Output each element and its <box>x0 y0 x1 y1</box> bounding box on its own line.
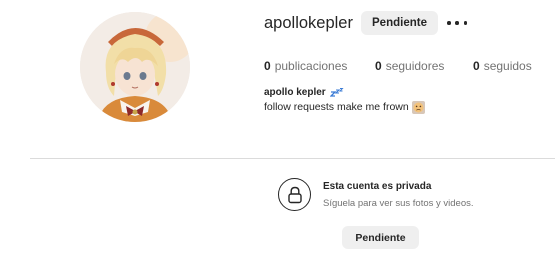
followers-count[interactable]: 0 seguidores <box>375 58 444 74</box>
frowning-emoji-icon <box>411 100 425 114</box>
lock-icon <box>278 178 311 211</box>
pending-request-button-secondary[interactable]: Pendiente <box>342 226 419 249</box>
following-count-value: 0 <box>473 59 480 73</box>
private-account-title: Esta cuenta es privada <box>323 181 432 192</box>
avatar-illustration <box>80 12 190 122</box>
profile-page: apollokepler Pendiente 0 publicaciones 0s… <box>0 0 555 258</box>
profile-avatar[interactable] <box>80 12 190 122</box>
posts-count-label: publicaciones <box>274 59 348 73</box>
zzz-emoji-icon <box>329 87 344 97</box>
private-account-subtitle: Síguela para ver sus fotos y videos. <box>323 198 474 209</box>
following-count[interactable]: 0 seguidos <box>473 58 532 74</box>
more-dot <box>447 21 451 25</box>
pending-request-button[interactable]: Pendiente <box>361 11 438 35</box>
profile-bio: follow requests make me frown <box>264 100 425 114</box>
posts-count: 0 publicaciones <box>264 58 347 74</box>
more-dot <box>455 21 459 25</box>
more-dot <box>463 21 467 25</box>
bio-text: follow requests make me frown <box>264 101 409 113</box>
profile-username: apollokepler <box>264 14 353 32</box>
followers-count-label: seguidores <box>385 59 445 73</box>
profile-full-name: apollo kepler <box>264 86 344 99</box>
section-divider <box>30 158 555 159</box>
following-count-label: seguidos <box>483 59 532 73</box>
full-name-text: apollo kepler <box>264 87 326 98</box>
followers-count-value: 0 <box>375 59 382 73</box>
more-options-icon[interactable] <box>447 16 467 30</box>
posts-count-value: 0 <box>264 59 271 73</box>
lock-glyph <box>287 186 302 203</box>
